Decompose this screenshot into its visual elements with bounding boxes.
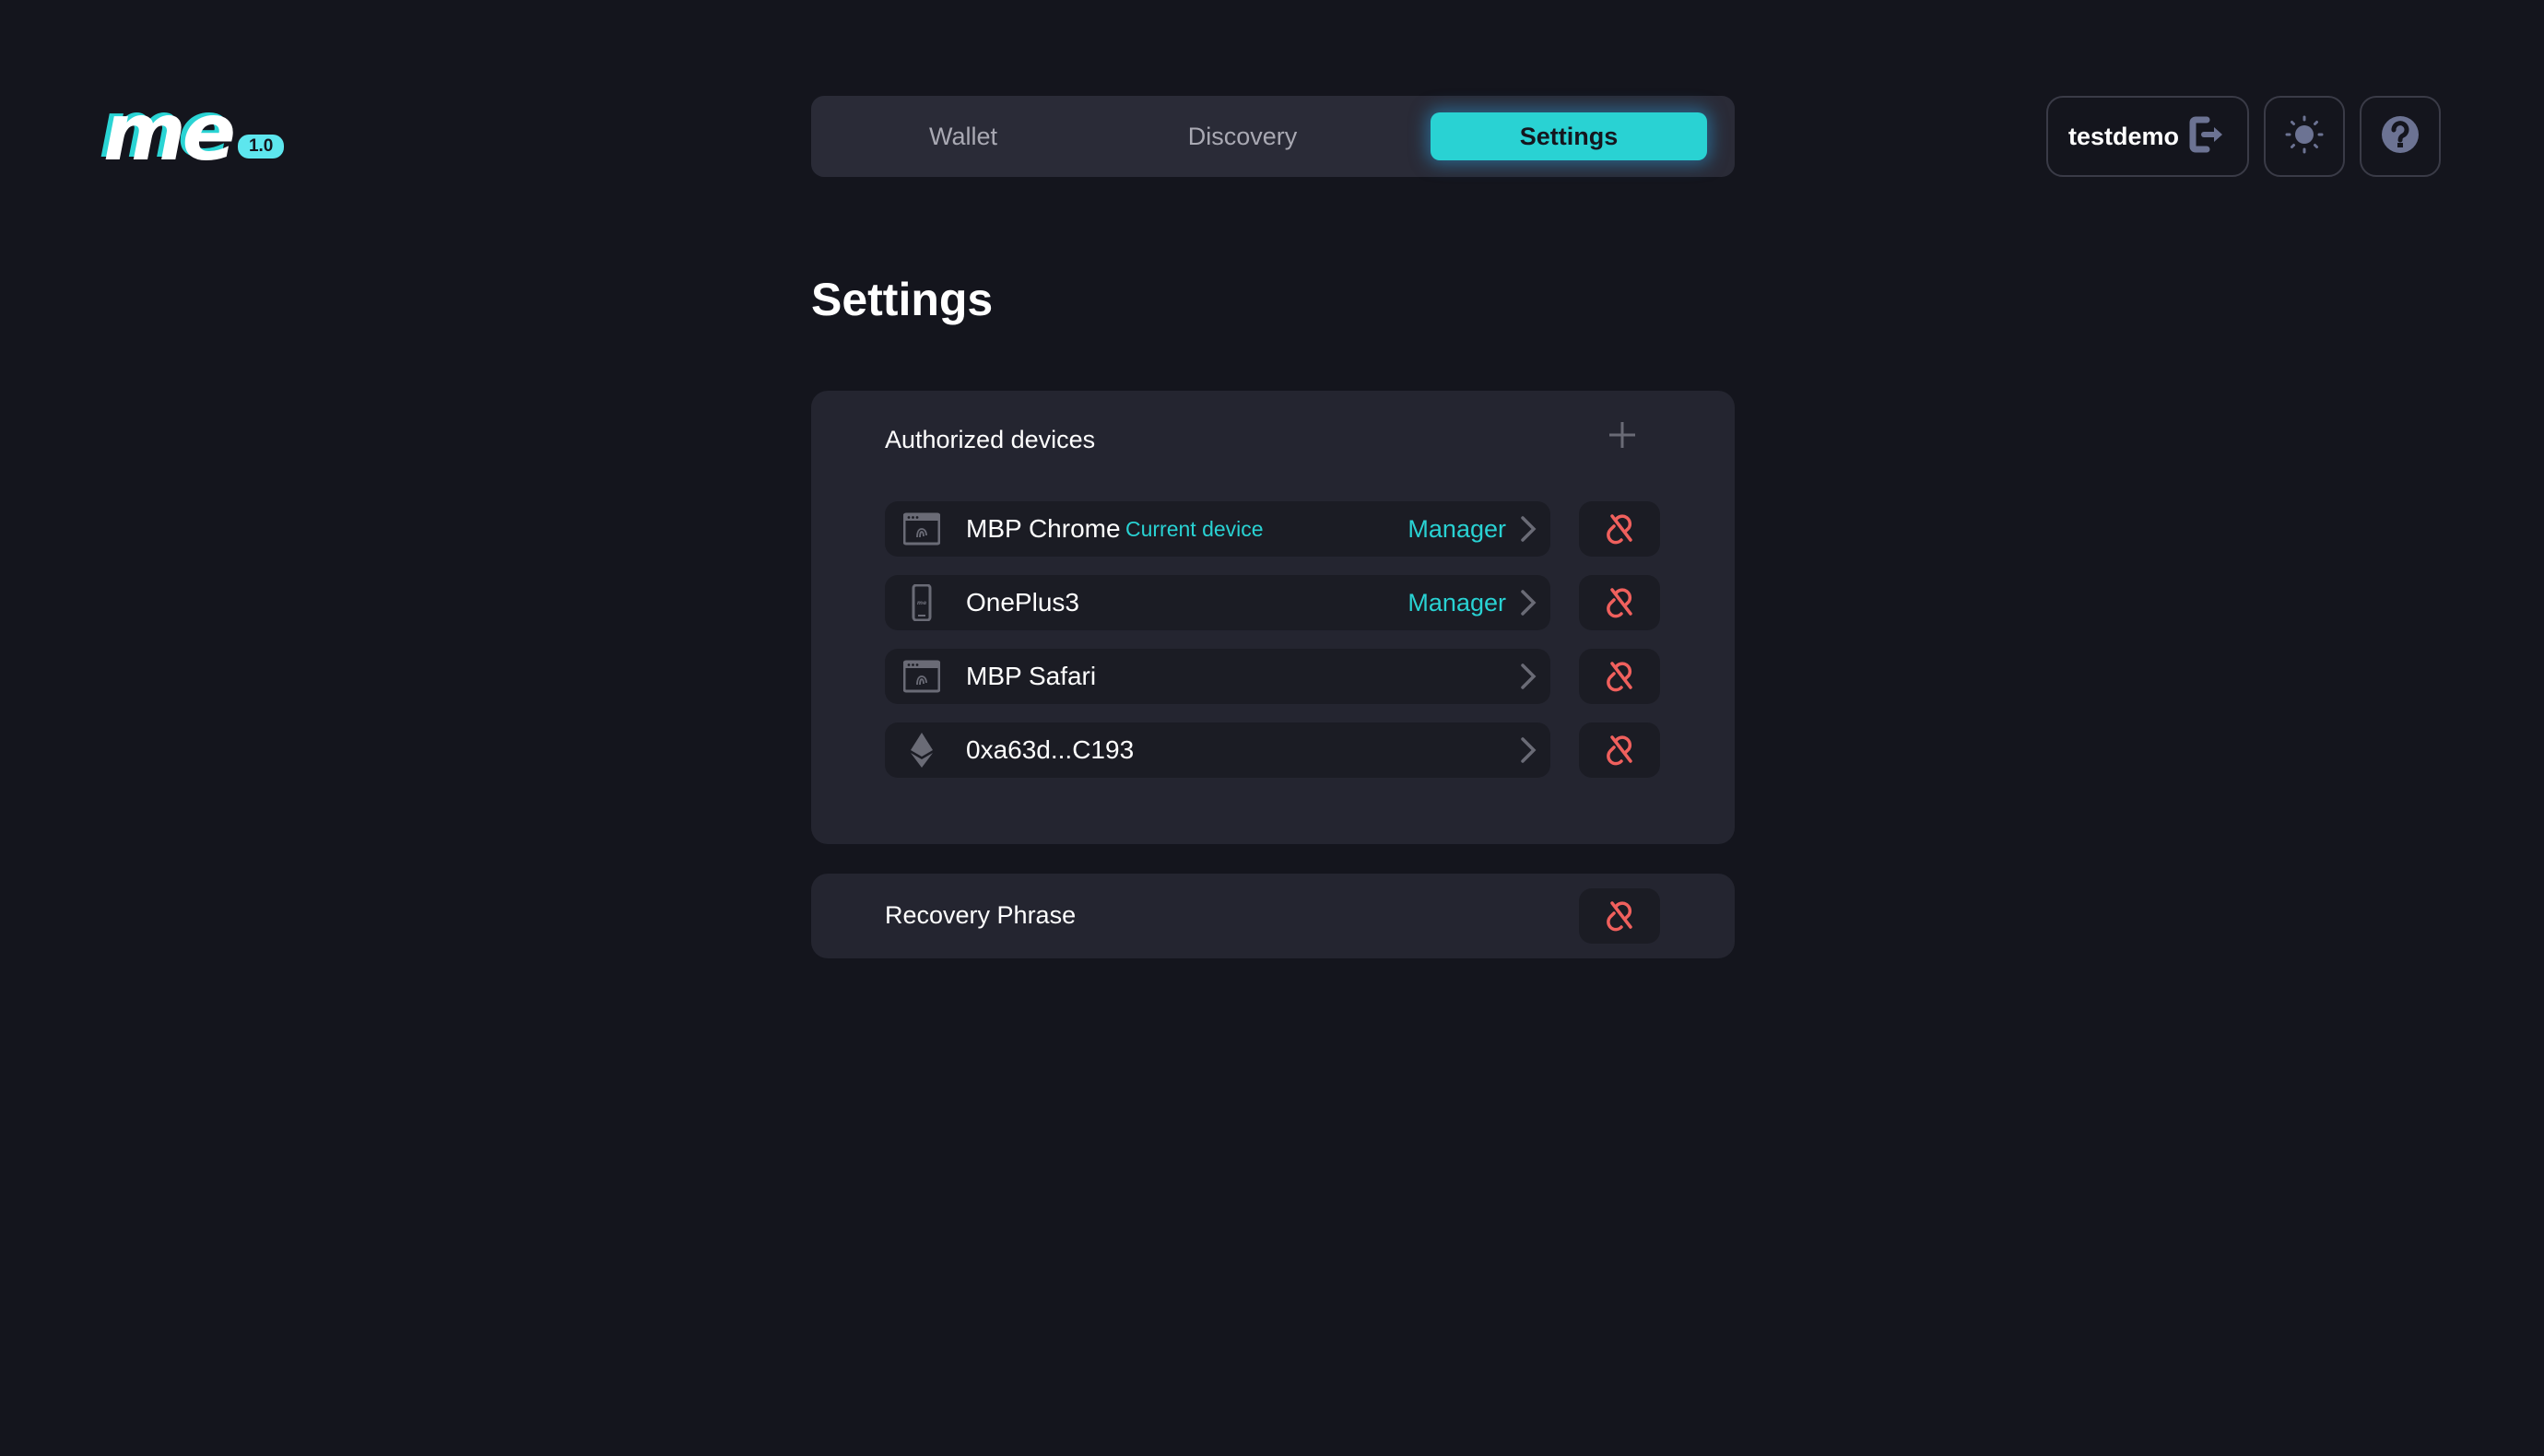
unlink-device-button[interactable] [1579,722,1660,778]
unlink-device-button[interactable] [1579,575,1660,630]
page-title: Settings [811,274,994,325]
unlink-icon [1607,588,1632,618]
current-device-badge: Current device [1125,517,1264,541]
version-badge: 1.0 [237,135,285,159]
chevron-right-icon [1521,663,1537,689]
chevron-right-icon [1521,590,1537,616]
tab-wallet[interactable]: Wallet [839,112,1088,160]
revoke-recovery-phrase-button[interactable] [1579,888,1660,944]
theme-toggle-button[interactable] [2264,96,2345,177]
authorized-devices-card: Authorized devices MBP Chrome Current de… [811,391,1735,844]
unlink-icon [1607,514,1632,545]
device-row-mbp-chrome[interactable]: MBP Chrome Current device Manager [885,501,1550,557]
device-name: MBP Chrome [966,514,1121,543]
unlink-icon [1607,735,1632,766]
svg-text:me: me [917,600,926,606]
plus-icon [1609,422,1635,448]
device-row-oneplus3[interactable]: me OnePlus3 Manager [885,575,1550,630]
device-role: Manager [1407,589,1506,616]
device-row-eth-wallet[interactable]: 0xa63d...C193 [885,722,1550,778]
help-circle-icon [2381,115,2420,159]
device-name: MBP Safari [966,662,1097,690]
browser-fingerprint-icon [903,512,940,546]
unlink-device-button[interactable] [1579,649,1660,704]
chevron-right-icon [1521,516,1537,542]
unlink-icon [1607,662,1632,692]
authorized-devices-title: Authorized devices [885,426,1096,453]
unlink-device-button[interactable] [1579,501,1660,557]
recovery-phrase-title: Recovery Phrase [885,901,1077,929]
device-name: 0xa63d...C193 [966,735,1135,764]
sun-icon [2285,115,2324,159]
logo-wordmark: me [103,87,236,179]
app-logo[interactable]: me 1.0 [103,87,285,179]
logout-button[interactable]: testdemo [2046,96,2249,177]
username: testdemo [2068,122,2180,150]
device-name: OnePlus3 [966,588,1079,616]
logout-icon [2188,115,2227,159]
tab-settings[interactable]: Settings [1431,112,1707,160]
smartphone-icon: me [912,584,932,621]
ethereum-icon [911,733,933,768]
help-button[interactable] [2360,96,2441,177]
recovery-phrase-card: Recovery Phrase [811,874,1735,958]
unlink-icon [1607,901,1632,932]
chevron-right-icon [1521,737,1537,763]
add-device-button[interactable] [1604,417,1641,453]
device-role: Manager [1407,515,1506,543]
main-nav-tabs: Wallet Discovery Settings [811,96,1735,177]
device-row-mbp-safari[interactable]: MBP Safari [885,649,1550,704]
tab-discovery[interactable]: Discovery [1104,112,1381,160]
browser-fingerprint-icon [903,660,940,693]
